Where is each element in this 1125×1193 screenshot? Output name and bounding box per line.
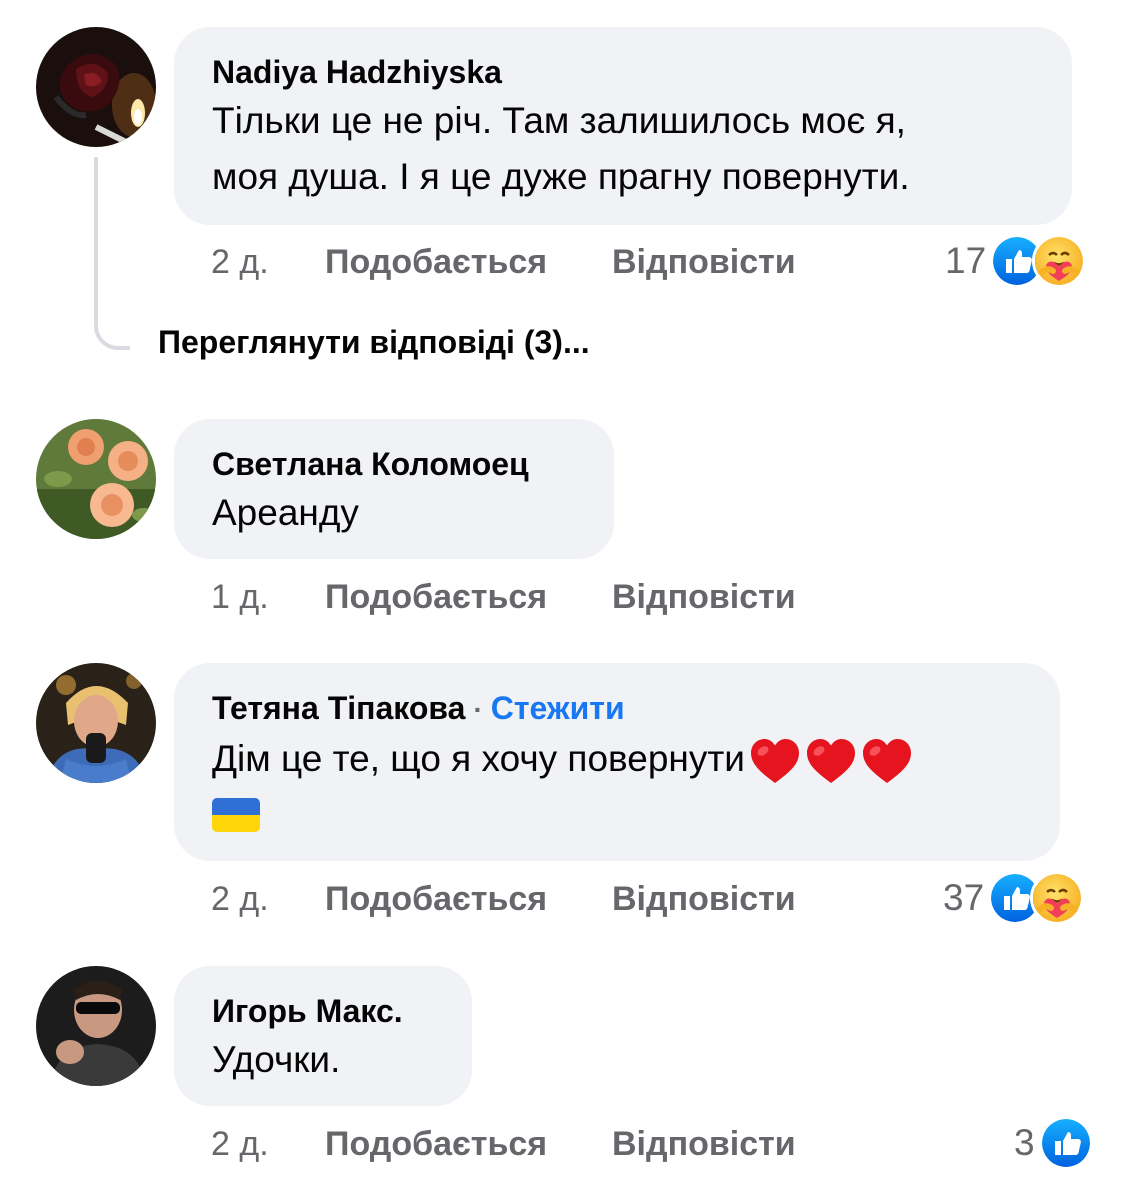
comment-bubble: Игорь Макс. Удочки. <box>174 966 472 1106</box>
reply-button[interactable]: Відповісти <box>612 880 796 919</box>
comment-text: Удочки. <box>212 1032 434 1088</box>
comment-text-line <box>212 787 1022 843</box>
comment-actions: 2 д. Подобається Відповісти <box>211 243 796 282</box>
like-icon <box>1038 1116 1093 1170</box>
comment-author[interactable]: Светлана Коломоец <box>212 445 576 483</box>
comment-author-row: Тетяна Тіпакова · Стежити <box>212 689 1022 729</box>
avatar-image-man-sunglasses <box>36 966 156 1086</box>
follow-button[interactable]: Стежити <box>491 690 625 726</box>
comment-time[interactable]: 1 д. <box>211 578 325 617</box>
separator-dot: · <box>473 694 483 725</box>
avatar-image-roses <box>36 419 156 539</box>
view-replies-link[interactable]: Переглянути відповіді (3)... <box>158 324 590 361</box>
comment-text-content: Дім це те, що я хочу повернути <box>212 738 745 779</box>
reply-button[interactable]: Відповісти <box>612 243 796 282</box>
thread-connector-line <box>94 157 130 350</box>
comment-author[interactable]: Игорь Макс. <box>212 992 434 1030</box>
like-button[interactable]: Подобається <box>325 243 612 282</box>
reaction-count: 17 <box>945 240 987 281</box>
avatar[interactable] <box>36 966 156 1086</box>
heart-icon <box>805 737 857 785</box>
reaction-summary[interactable]: 37 <box>943 871 1085 925</box>
like-button[interactable]: Подобається <box>325 880 612 919</box>
reaction-count: 3 <box>1014 1122 1035 1163</box>
avatar[interactable] <box>36 27 156 147</box>
comment-text-line: Дім це те, що я хочу повернути <box>212 731 1022 787</box>
heart-icon <box>749 737 801 785</box>
comment-text-line: моя душа. І я це дуже прагну повернути. <box>212 156 910 197</box>
comment-actions: 1 д. Подобається Відповісти <box>211 578 796 617</box>
avatar-image-woman-flag <box>36 663 156 783</box>
ukraine-flag-icon <box>212 798 260 832</box>
comment-bubble: Nadiya Hadzhiyska Тільки це не річ. Там … <box>174 27 1072 225</box>
comment-author[interactable]: Тетяна Тіпакова <box>212 690 465 726</box>
comment-text: Тільки це не річ. Там залишилось моє я, … <box>212 93 1034 205</box>
comment-actions: 2 д. Подобається Відповісти <box>211 880 796 919</box>
like-button[interactable]: Подобається <box>325 578 612 617</box>
care-icon <box>1030 871 1085 925</box>
reaction-summary[interactable]: 3 <box>1014 1116 1093 1170</box>
comment-time[interactable]: 2 д. <box>211 243 325 282</box>
reply-button[interactable]: Відповісти <box>612 1125 796 1164</box>
reply-button[interactable]: Відповісти <box>612 578 796 617</box>
avatar[interactable] <box>36 663 156 783</box>
comment-text: Дім це те, що я хочу повернути <box>212 731 1022 843</box>
comment-text-line: Тільки це не річ. Там залишилось моє я, <box>212 100 906 141</box>
comment-text-line: Удочки. <box>212 1039 341 1080</box>
avatar[interactable] <box>36 419 156 539</box>
reaction-summary[interactable]: 17 <box>945 234 1087 288</box>
comment-time[interactable]: 2 д. <box>211 880 325 919</box>
comment-bubble: Тетяна Тіпакова · Стежити Дім це те, що я … <box>174 663 1060 861</box>
avatar-image-rose-candle <box>36 27 156 147</box>
comment-actions: 2 д. Подобається Відповісти <box>211 1125 796 1164</box>
comment-text-line: Ареанду <box>212 492 359 533</box>
care-icon <box>1032 234 1087 288</box>
comment-bubble: Светлана Коломоец Ареанду <box>174 419 614 559</box>
comment-time[interactable]: 2 д. <box>211 1125 325 1164</box>
comment-text: Ареанду <box>212 485 576 541</box>
comment-author[interactable]: Nadiya Hadzhiyska <box>212 53 1034 91</box>
like-button[interactable]: Подобається <box>325 1125 612 1164</box>
heart-icon <box>861 737 913 785</box>
reaction-count: 37 <box>943 877 985 918</box>
